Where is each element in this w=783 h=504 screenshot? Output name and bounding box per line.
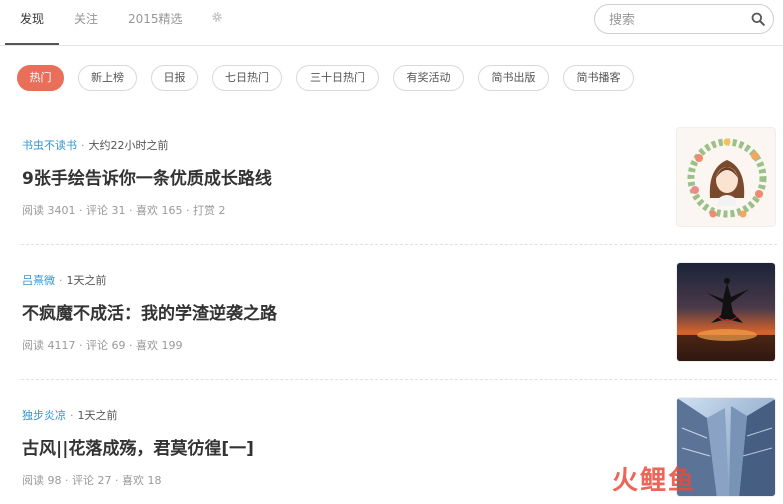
author-link[interactable]: 吕熹微 xyxy=(22,274,55,287)
article-title[interactable]: 9张手绘告诉你一条优质成长路线 xyxy=(22,164,272,189)
search-icon[interactable] xyxy=(751,12,765,26)
post-time: 大约22小时之前 xyxy=(88,139,169,152)
category-new-list[interactable]: 新上榜 xyxy=(78,65,137,91)
article-meta: 书虫不读书 · 大约22小时之前 xyxy=(22,139,169,152)
article-meta: 吕熹微 · 1天之前 xyxy=(22,274,107,287)
article-stats: 阅读 3401 · 评论 31 · 喜欢 165 · 打赏 2 xyxy=(22,204,226,217)
article-title[interactable]: 古风||花落成殇，君莫彷徨[一] xyxy=(22,434,254,459)
article-stats: 阅读 4117 · 评论 69 · 喜欢 199 xyxy=(22,339,183,352)
post-time: 1天之前 xyxy=(77,409,118,422)
active-tab-indicator xyxy=(5,43,59,45)
thumbnail-image xyxy=(677,128,775,226)
tab-discover[interactable]: 发现 xyxy=(20,10,44,27)
divider xyxy=(21,379,777,380)
author-link[interactable]: 独步炎凉 xyxy=(22,409,66,422)
article-stats: 阅读 98 · 评论 27 · 喜欢 18 xyxy=(22,474,162,487)
tab-follow[interactable]: 关注 xyxy=(74,10,98,27)
author-link[interactable]: 书虫不读书 xyxy=(22,139,77,152)
post-time: 1天之前 xyxy=(66,274,107,287)
category-jianshu-podcast[interactable]: 简书播客 xyxy=(563,65,634,91)
article-thumbnail[interactable] xyxy=(676,127,776,227)
category-daily[interactable]: 日报 xyxy=(151,65,198,91)
search-input[interactable] xyxy=(609,11,739,29)
article-meta: 独步炎凉 · 1天之前 xyxy=(22,409,118,422)
article-item: 吕熹微 · 1天之前 不疯魔不成活：我的学渣逆袭之路 阅读 4117 · 评论 69… xyxy=(0,247,783,377)
category-hot[interactable]: 热门 xyxy=(17,65,64,91)
article-item: 书虫不读书 · 大约22小时之前 9张手绘告诉你一条优质成长路线 阅读 3401 ·… xyxy=(0,112,783,242)
search-box[interactable] xyxy=(594,4,774,34)
watermark-logo: 火鲤鱼 xyxy=(612,466,697,496)
article-title[interactable]: 不疯魔不成活：我的学渣逆袭之路 xyxy=(22,299,277,324)
category-prize-events[interactable]: 有奖活动 xyxy=(393,65,464,91)
category-7day-hot[interactable]: 七日热门 xyxy=(212,65,282,91)
thumbnail-image xyxy=(677,263,775,361)
article-thumbnail[interactable] xyxy=(676,262,776,362)
category-jianshu-publish[interactable]: 简书出版 xyxy=(478,65,549,91)
tab-2015-picks[interactable]: 2015精选 xyxy=(128,10,183,27)
gear-icon[interactable] xyxy=(211,11,223,23)
divider xyxy=(21,244,777,245)
top-nav: 发现 关注 2015精选 xyxy=(0,0,783,46)
category-30day-hot[interactable]: 三十日热门 xyxy=(296,65,379,91)
